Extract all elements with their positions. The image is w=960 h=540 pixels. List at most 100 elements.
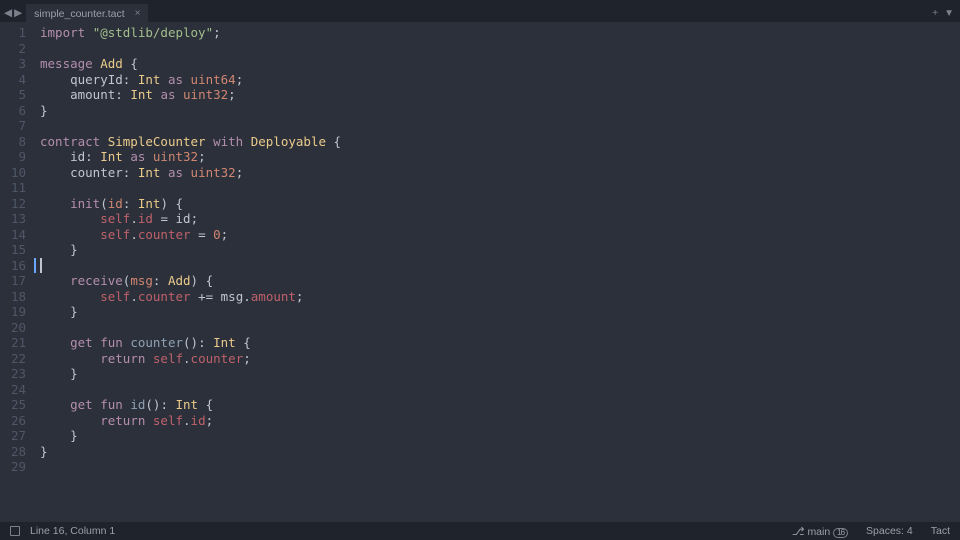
token-as: uint32	[183, 87, 228, 102]
token-kw: import	[40, 25, 93, 40]
token-pun: ;	[236, 72, 244, 87]
line-number: 1	[0, 25, 26, 41]
line-number: 28	[0, 444, 26, 460]
token-id: queryId	[40, 72, 123, 87]
code-area[interactable]: import "@stdlib/deploy";message Add { qu…	[34, 22, 960, 522]
token-pun: {	[334, 134, 342, 149]
line-number: 22	[0, 351, 26, 367]
text-cursor	[40, 258, 42, 274]
line-number: 23	[0, 366, 26, 382]
token-kw: return	[100, 351, 153, 366]
line-number: 13	[0, 211, 26, 227]
code-line[interactable]: }	[40, 366, 960, 382]
code-line[interactable]: amount: Int as uint32;	[40, 87, 960, 103]
token-pun: ():	[145, 397, 175, 412]
cursor-position-label[interactable]: Line 16, Column 1	[30, 525, 115, 537]
token-pun	[40, 211, 100, 226]
token-kw: contract	[40, 134, 108, 149]
code-line[interactable]	[40, 320, 960, 336]
code-line[interactable]: self.counter = 0;	[40, 227, 960, 243]
code-line[interactable]: }	[40, 428, 960, 444]
tab-bar: ◀ ▶ simple_counter.tact × + ▼	[0, 4, 960, 22]
token-pun	[40, 335, 70, 350]
file-tab[interactable]: simple_counter.tact ×	[26, 4, 148, 22]
code-line[interactable]: return self.id;	[40, 413, 960, 429]
token-as: uint64	[191, 72, 236, 87]
token-pun: .	[183, 413, 191, 428]
token-id: counter	[40, 165, 123, 180]
code-line[interactable]: }	[40, 242, 960, 258]
token-pun	[40, 351, 100, 366]
code-line[interactable]: counter: Int as uint32;	[40, 165, 960, 181]
git-branch-button[interactable]: ⎇ main 16	[792, 525, 848, 538]
code-line[interactable]: get fun id(): Int {	[40, 397, 960, 413]
line-number: 9	[0, 149, 26, 165]
code-line[interactable]: init(id: Int) {	[40, 196, 960, 212]
token-kw: as	[160, 87, 183, 102]
code-line[interactable]: get fun counter(): Int {	[40, 335, 960, 351]
token-fn: counter	[130, 335, 183, 350]
code-line[interactable]: }	[40, 304, 960, 320]
code-line[interactable]	[40, 459, 960, 475]
line-number: 29	[0, 459, 26, 475]
token-pun: }	[40, 304, 78, 319]
code-line[interactable]: contract SimpleCounter with Deployable {	[40, 134, 960, 150]
tab-nav-forward-icon[interactable]: ▶	[14, 7, 22, 19]
token-op: =	[153, 211, 176, 226]
tab-nav-back-icon[interactable]: ◀	[4, 7, 12, 19]
code-line[interactable]: message Add {	[40, 56, 960, 72]
token-ty: Int	[138, 165, 168, 180]
code-line[interactable]	[40, 258, 960, 274]
token-self: self	[100, 227, 130, 242]
code-line[interactable]: self.counter += msg.amount;	[40, 289, 960, 305]
code-line[interactable]: }	[40, 103, 960, 119]
line-number: 11	[0, 180, 26, 196]
token-pun: (	[100, 196, 108, 211]
code-line[interactable]: queryId: Int as uint64;	[40, 72, 960, 88]
token-op: =	[191, 227, 214, 242]
code-line[interactable]: id: Int as uint32;	[40, 149, 960, 165]
tab-menu-icon[interactable]: ▼	[944, 8, 954, 19]
code-line[interactable]	[40, 41, 960, 57]
token-num: 0	[213, 227, 221, 242]
indentation-button[interactable]: Spaces: 4	[866, 525, 913, 537]
token-pun	[40, 413, 100, 428]
code-line[interactable]	[40, 180, 960, 196]
token-prop: id	[191, 413, 206, 428]
code-line[interactable]: self.id = id;	[40, 211, 960, 227]
token-ty2: Deployable	[251, 134, 334, 149]
line-number: 18	[0, 289, 26, 305]
token-ty: Int	[130, 87, 160, 102]
token-self: self	[153, 351, 183, 366]
code-line[interactable]: receive(msg: Add) {	[40, 273, 960, 289]
token-kw2: receive	[70, 273, 123, 288]
code-line[interactable]: import "@stdlib/deploy";	[40, 25, 960, 41]
token-pun: ) {	[191, 273, 214, 288]
line-number: 4	[0, 72, 26, 88]
token-pun: ;	[213, 25, 221, 40]
token-str: "@stdlib/deploy"	[93, 25, 213, 40]
language-mode-button[interactable]: Tact	[931, 525, 950, 537]
code-line[interactable]: return self.counter;	[40, 351, 960, 367]
token-pun: }	[40, 242, 78, 257]
token-pun: :	[153, 273, 168, 288]
line-number: 6	[0, 103, 26, 119]
token-kw: return	[100, 413, 153, 428]
code-line[interactable]	[40, 118, 960, 134]
token-pun: ;	[221, 227, 229, 242]
token-pun: .	[183, 351, 191, 366]
git-branch-name: main	[807, 526, 830, 538]
code-editor[interactable]: 1234567891011121314151617181920212223242…	[0, 22, 960, 522]
close-tab-icon[interactable]: ×	[135, 8, 141, 19]
line-number: 20	[0, 320, 26, 336]
code-line[interactable]	[40, 382, 960, 398]
code-line[interactable]: }	[40, 444, 960, 460]
line-number: 21	[0, 335, 26, 351]
token-pun: {	[206, 397, 214, 412]
new-tab-icon[interactable]: +	[932, 8, 938, 19]
token-prop: id	[138, 211, 153, 226]
token-kw: as	[168, 72, 191, 87]
panel-toggle-icon[interactable]	[10, 526, 20, 536]
line-number: 12	[0, 196, 26, 212]
token-pun: }	[40, 428, 78, 443]
